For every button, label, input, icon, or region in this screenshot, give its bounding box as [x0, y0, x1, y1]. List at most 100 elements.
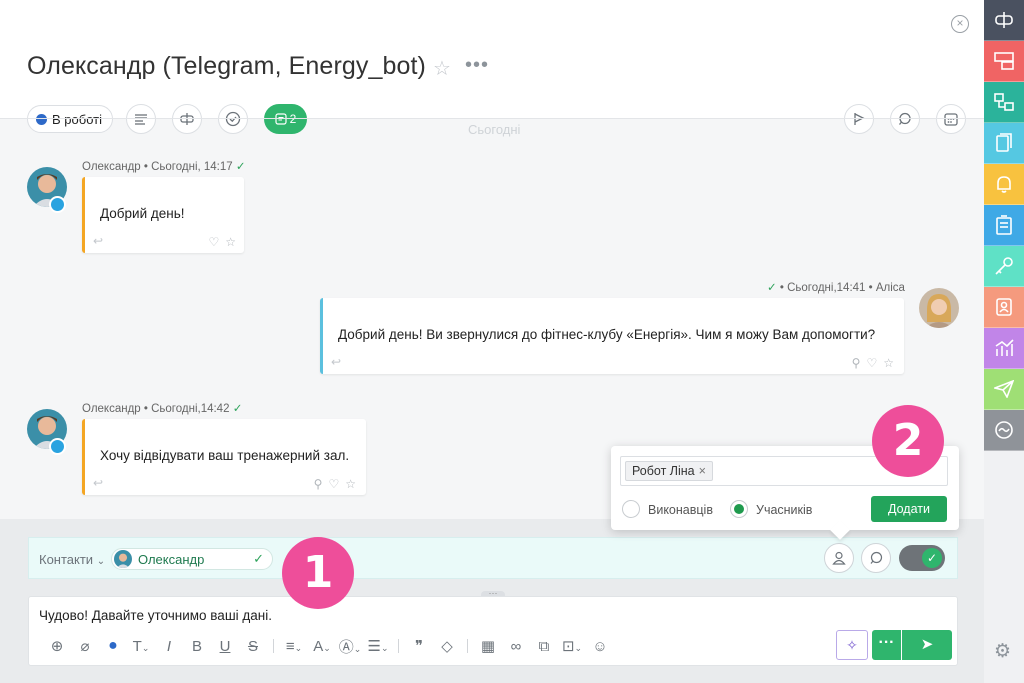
- add-icon[interactable]: ⊕: [43, 637, 71, 655]
- contact-chip[interactable]: Олександр ✓: [111, 548, 273, 570]
- close-icon[interactable]: ×: [951, 15, 969, 33]
- message-editor[interactable]: Чудово! Давайте уточнимо ваші дані. ⊕ ⌀ …: [28, 596, 958, 666]
- toggle-switch[interactable]: ✓: [899, 545, 945, 571]
- font-circle-icon[interactable]: Ⓐ⌄: [336, 636, 364, 657]
- formatting-toolbar: ⊕ ⌀ ● T⌄ I B U S ≡⌄ A⌄ Ⓐ⌄ ☰⌄ ❞ ◇ ▦ ∞ ⧉ ⊡…: [43, 635, 614, 657]
- link-icon[interactable]: ∞: [502, 638, 530, 655]
- status-label: В роботі: [52, 111, 102, 127]
- crm-icon[interactable]: [984, 0, 1024, 41]
- message-text: Хочу відвідувати ваш тренажерний зал.: [100, 448, 350, 463]
- align-icon[interactable]: ≡⌄: [280, 638, 308, 655]
- font-icon[interactable]: A⌄: [308, 638, 336, 655]
- message-actions: ♡ ☆: [208, 235, 236, 249]
- reply-icon[interactable]: ↩: [331, 355, 341, 369]
- strikethrough-icon[interactable]: S: [239, 638, 267, 655]
- italic-icon[interactable]: I: [155, 638, 183, 655]
- heart-icon[interactable]: ♡: [328, 477, 339, 491]
- search-button[interactable]: [890, 104, 920, 134]
- toolbar-divider: [273, 639, 274, 653]
- crm-button[interactable]: [172, 104, 202, 134]
- star-icon[interactable]: ☆: [433, 56, 451, 81]
- header: × Олександр (Telegram, Energy_bot) ☆ •••…: [0, 0, 984, 134]
- check-circle-icon: [225, 111, 241, 127]
- table-icon[interactable]: ▦: [474, 637, 502, 655]
- star-icon[interactable]: ☆: [225, 235, 236, 249]
- code-icon[interactable]: ⧉: [530, 638, 558, 655]
- toolbar-divider: [467, 639, 468, 653]
- message-meta: Олександр • Сьогодні,14:42 ✓: [82, 403, 243, 415]
- task-button[interactable]: [218, 104, 248, 134]
- message-meta: ✓ • Сьогодні,14:41 • Аліса: [767, 282, 905, 294]
- calendar-button[interactable]: [936, 104, 966, 134]
- message-text: Добрий день! Ви звернулися до фітнес-клу…: [338, 327, 876, 342]
- chat-button[interactable]: [861, 543, 891, 573]
- notifications-icon[interactable]: [984, 164, 1024, 205]
- analytics-icon[interactable]: [984, 328, 1024, 369]
- list-icon[interactable]: ☰⌄: [364, 637, 392, 655]
- message-text: Добрий день!: [100, 206, 185, 221]
- message-bubble: Добрий день! ↩ ♡ ☆: [82, 177, 244, 253]
- more-options-button[interactable]: ···: [872, 630, 901, 660]
- documents-icon[interactable]: [984, 123, 1024, 164]
- search-icon: [898, 112, 911, 125]
- telegram-icon: [49, 438, 66, 455]
- main-area: × Олександр (Telegram, Energy_bot) ☆ •••…: [0, 0, 984, 683]
- more-icon[interactable]: •••: [465, 54, 489, 77]
- flow-icon[interactable]: [984, 410, 1024, 451]
- reply-icon[interactable]: ↩: [93, 476, 103, 490]
- star-icon[interactable]: ☆: [883, 356, 894, 370]
- reply-icon[interactable]: ↩: [93, 234, 103, 248]
- participants-radio[interactable]: [730, 500, 748, 518]
- callout-badge-1: 1: [276, 537, 354, 609]
- bold-icon[interactable]: B: [183, 638, 211, 655]
- user-icon: [832, 551, 846, 565]
- user-button[interactable]: [824, 543, 854, 573]
- send-button[interactable]: ➤: [902, 630, 952, 660]
- participants-label: Учасників: [756, 503, 813, 517]
- flag-icon: [854, 113, 865, 125]
- heart-icon[interactable]: ♡: [866, 356, 877, 370]
- lines-icon: [135, 114, 147, 125]
- underline-icon[interactable]: U: [211, 638, 239, 655]
- contacts-icon[interactable]: [984, 287, 1024, 328]
- executors-radio[interactable]: [622, 500, 640, 518]
- status-dropdown[interactable]: В роботі: [27, 105, 113, 133]
- attach-icon[interactable]: ⌀: [71, 637, 99, 655]
- color-icon[interactable]: ●: [99, 637, 127, 655]
- quote-icon[interactable]: ❞: [405, 637, 433, 655]
- add-button[interactable]: Додати: [871, 496, 947, 522]
- tasks-icon[interactable]: [984, 41, 1024, 82]
- star-icon[interactable]: ☆: [345, 477, 356, 491]
- send-icon[interactable]: [984, 369, 1024, 410]
- check-icon: ✓: [253, 551, 264, 566]
- remove-icon[interactable]: ×: [699, 464, 706, 478]
- emoji-icon[interactable]: ☺: [586, 638, 614, 655]
- heart-icon[interactable]: ♡: [208, 235, 219, 249]
- comments-count: 2: [289, 112, 297, 126]
- avatar-photo: [919, 288, 959, 328]
- ai-wand-button[interactable]: ✧: [836, 630, 868, 660]
- deals-icon[interactable]: [984, 82, 1024, 123]
- lists-icon[interactable]: [984, 205, 1024, 246]
- keys-icon[interactable]: [984, 246, 1024, 287]
- contacts-dropdown[interactable]: Контакти ⌄: [39, 552, 105, 567]
- contact-name: Олександр: [138, 552, 205, 567]
- pin-icon[interactable]: ⚲: [852, 356, 861, 370]
- gear-icon[interactable]: ⚙: [994, 640, 1011, 663]
- avatar[interactable]: [919, 288, 959, 328]
- eraser-icon[interactable]: ◇: [433, 637, 461, 655]
- date-divider: Сьогодні: [468, 122, 521, 137]
- description-button[interactable]: [126, 104, 156, 134]
- insert-icon[interactable]: ⊡⌄: [558, 637, 586, 655]
- status-dot: [36, 113, 47, 125]
- flag-button[interactable]: [844, 104, 874, 134]
- message-bubble: Добрий день! Ви звернулися до фітнес-клу…: [320, 298, 904, 374]
- selected-chip[interactable]: Робот Ліна ×: [625, 461, 713, 481]
- message-meta: Олександр • Сьогодні, 14:17 ✓: [82, 161, 246, 173]
- pin-icon[interactable]: ⚲: [314, 477, 323, 491]
- text-size-icon[interactable]: T⌄: [127, 638, 155, 655]
- contacts-bar: Контакти ⌄ Олександр ✓ ✓: [28, 537, 958, 579]
- comments-button[interactable]: 2: [264, 104, 307, 134]
- header-divider: [0, 118, 984, 119]
- editor-text[interactable]: Чудово! Давайте уточнимо ваші дані.: [39, 608, 272, 623]
